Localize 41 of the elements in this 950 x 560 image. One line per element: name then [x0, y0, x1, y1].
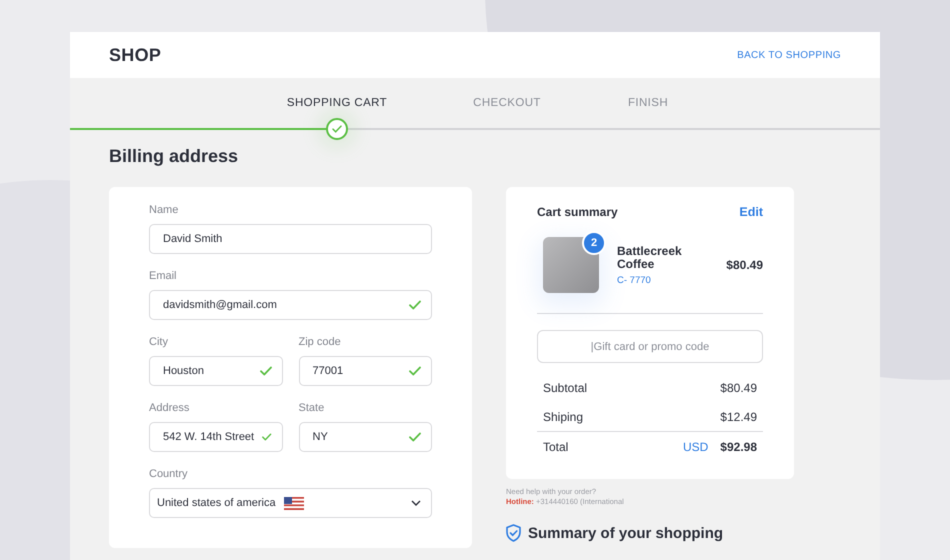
- text-field[interactable]: davidsmith@gmail.com: [149, 290, 432, 320]
- field-label: Email: [149, 270, 178, 282]
- step-label[interactable]: SHOPPING CART: [286, 97, 388, 117]
- checkmark-icon: [262, 432, 272, 442]
- summary-title: Summary of your shopping: [528, 524, 724, 542]
- product-name: Battlecreek Coffee: [617, 244, 683, 270]
- checkmark-icon: [409, 366, 421, 376]
- text-field[interactable]: 542 W. 14th Street: [149, 422, 282, 452]
- summary-label: Total: [543, 440, 570, 454]
- text-field[interactable]: 77001: [298, 356, 432, 386]
- summary-label: Shiping: [543, 410, 584, 424]
- product-price: $80.49: [726, 258, 763, 272]
- edit-link[interactable]: Edit: [739, 205, 763, 219]
- field-label: City: [149, 336, 169, 348]
- summary-label: Subtotal: [543, 380, 588, 394]
- checkmark-icon: [260, 366, 272, 376]
- product-code: C- 7770: [617, 274, 652, 286]
- cart-title: Cart summary: [537, 205, 618, 219]
- field-label: State: [298, 402, 326, 414]
- field-label: Country: [149, 468, 189, 480]
- quantity-badge: 2: [582, 231, 606, 255]
- back-link[interactable]: BACK TO SHOPPING: [737, 50, 841, 60]
- promo-field[interactable]: |Gift card or promo code: [537, 330, 763, 363]
- section-title: Billing address: [109, 146, 240, 167]
- summary-amount: $12.49: [720, 410, 757, 424]
- flag-icon: [284, 496, 304, 510]
- summary-amount: $80.49: [720, 380, 757, 394]
- checkmark-icon: [409, 432, 421, 442]
- chevron-down-icon: [411, 500, 421, 506]
- text-field[interactable]: David Smith: [149, 224, 432, 254]
- text-field[interactable]: NY: [298, 422, 432, 452]
- checkmark-icon: [409, 300, 421, 310]
- shop-logo: SHOP: [109, 44, 162, 66]
- field-label: Name: [149, 204, 180, 216]
- currency-label: USD: [682, 440, 708, 454]
- summary-amount: $92.98: [720, 440, 757, 454]
- field-label: Zip code: [298, 336, 342, 348]
- country-select[interactable]: United states of america: [149, 488, 432, 518]
- field-label: Address: [149, 402, 190, 414]
- shield-check-icon: [506, 524, 521, 542]
- text-field[interactable]: Houston: [149, 356, 282, 386]
